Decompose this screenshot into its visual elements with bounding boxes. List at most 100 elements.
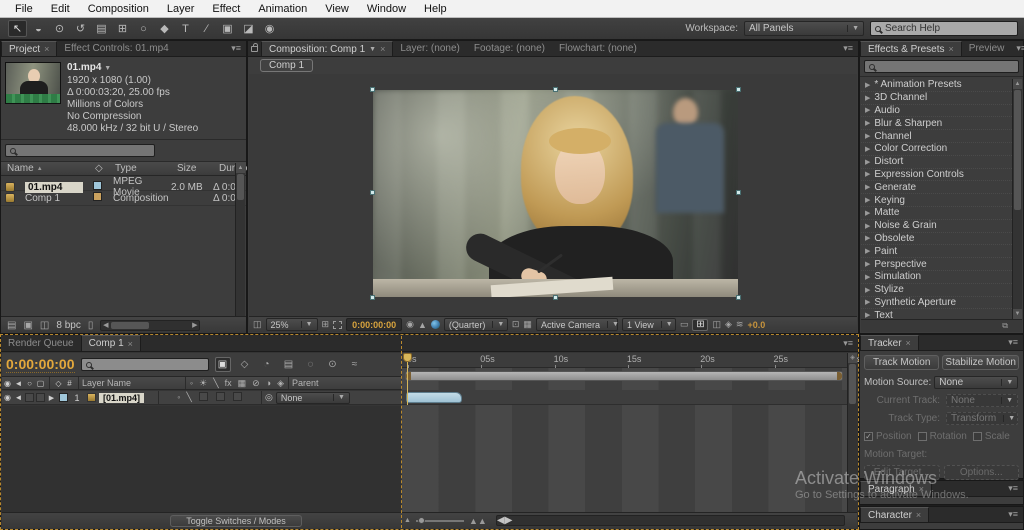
rotation-tool[interactable]: ↺ xyxy=(71,20,90,37)
eye-icon[interactable]: ◉ xyxy=(2,379,13,388)
solo-toggle[interactable] xyxy=(25,393,34,402)
label-column-icon[interactable]: ◇ xyxy=(53,379,64,388)
selection-handle[interactable] xyxy=(736,295,741,300)
motion-blur-icon[interactable]: ◌ xyxy=(303,357,319,372)
menu-item[interactable]: File xyxy=(6,3,42,15)
lock-icon[interactable]: ▢ xyxy=(35,379,46,388)
panel-menu-icon[interactable]: ▾≡ xyxy=(1003,481,1023,496)
expand-arrow-icon[interactable]: ▶ xyxy=(865,234,870,242)
effect-category[interactable]: ▶ Expression Controls xyxy=(861,169,1012,182)
magnification-dropdown[interactable]: 25% ▼ xyxy=(266,318,318,331)
solo-icon[interactable]: ○ xyxy=(24,379,35,388)
effect-category[interactable]: ▶ Distort xyxy=(861,156,1012,169)
tracker-checkbox[interactable]: ✓ Scale xyxy=(973,431,1010,442)
audio-icon[interactable]: ◄ xyxy=(13,393,24,402)
show-channel-icon[interactable] xyxy=(431,320,440,329)
close-icon[interactable]: × xyxy=(906,338,911,348)
selection-handle[interactable] xyxy=(370,87,375,92)
expand-arrow-icon[interactable]: ▶ xyxy=(865,222,870,230)
viewer-timecode[interactable]: 0:00:00:00 xyxy=(346,318,402,331)
label-swatch[interactable] xyxy=(93,192,102,201)
tab-render-queue[interactable]: Render Queue xyxy=(1,335,81,351)
timeline-search[interactable] xyxy=(81,358,209,371)
expand-arrow-icon[interactable]: ▶ xyxy=(865,286,870,294)
effect-category[interactable]: ▶ Matte xyxy=(861,207,1012,220)
share-view-icon[interactable]: ▭ xyxy=(680,319,689,330)
effect-category[interactable]: ▶ * Animation Presets xyxy=(861,79,1012,92)
brush-tool[interactable]: ∕ xyxy=(197,20,216,37)
column-size[interactable]: Size xyxy=(177,163,219,174)
options-button[interactable]: Options... xyxy=(944,465,1020,480)
expand-arrow-icon[interactable]: ▶ xyxy=(865,81,870,89)
zoom-out-icon[interactable]: ▲ xyxy=(404,517,411,524)
effect-category[interactable]: ▶ Blur & Sharpen xyxy=(861,117,1012,130)
track-type-dropdown[interactable]: Transform ▼ xyxy=(946,412,1018,425)
menu-item[interactable]: Edit xyxy=(42,3,79,15)
selection-tool[interactable]: ↖ xyxy=(8,20,27,37)
layer-name-column[interactable]: Layer Name xyxy=(82,378,182,388)
show-snapshot-icon[interactable]: ▲ xyxy=(418,320,427,330)
expand-arrow-icon[interactable]: ▶ xyxy=(865,132,870,140)
chevron-down-icon[interactable]: ▼ xyxy=(104,65,111,72)
expand-arrow-icon[interactable]: ▶ xyxy=(865,183,870,191)
project-scrollbar[interactable]: ▲ xyxy=(235,163,245,318)
eraser-tool[interactable]: ◪ xyxy=(239,20,258,37)
label-column-icon[interactable]: ◇ xyxy=(95,163,115,174)
current-track-dropdown[interactable]: None ▼ xyxy=(946,394,1018,407)
help-search[interactable] xyxy=(870,21,1018,36)
zoom-slider[interactable] xyxy=(416,520,464,522)
lock-icon[interactable] xyxy=(251,46,258,52)
expand-arrow-icon[interactable]: ▶ xyxy=(865,247,870,255)
effect-category[interactable]: ▶ 3D Channel xyxy=(861,92,1012,105)
effect-category[interactable]: ▶ Text xyxy=(861,309,1012,319)
scroll-right-icon[interactable]: ▶ xyxy=(505,515,513,526)
effect-category[interactable]: ▶ Keying xyxy=(861,194,1012,207)
effect-category[interactable]: ▶ Perspective xyxy=(861,258,1012,271)
tab-project[interactable]: Project × xyxy=(1,41,57,56)
panel-menu-icon[interactable]: ▾≡ xyxy=(1003,507,1023,522)
safe-margins-icon[interactable]: ⊞ xyxy=(322,319,330,330)
graph-editor-icon[interactable]: ≈ xyxy=(347,357,363,372)
panel-menu-icon[interactable]: ▾≡ xyxy=(838,335,858,351)
menu-item[interactable]: Composition xyxy=(79,3,158,15)
expand-arrow-icon[interactable]: ▶ xyxy=(865,170,870,178)
zoom-in-icon[interactable]: ▲▲ xyxy=(469,516,487,526)
panel-menu-icon[interactable]: ▾≡ xyxy=(838,41,858,56)
toggle-switches-modes-button[interactable]: Toggle Switches / Modes xyxy=(170,515,302,527)
parent-dropdown[interactable]: None ▼ xyxy=(276,392,350,404)
selection-handle[interactable] xyxy=(736,190,741,195)
type-tool[interactable]: T xyxy=(176,20,195,37)
fx-icon[interactable]: fx xyxy=(225,378,232,389)
effect-category[interactable]: ▶ Channel xyxy=(861,130,1012,143)
clone-stamp-tool[interactable]: ▣ xyxy=(218,20,237,37)
label-swatch[interactable] xyxy=(93,181,102,190)
region-icon[interactable]: ⊡ xyxy=(512,319,520,330)
selection-handle[interactable] xyxy=(370,295,375,300)
pickwhip-icon[interactable]: ◎ xyxy=(265,392,273,403)
panel-menu-icon[interactable]: ▾≡ xyxy=(226,41,246,56)
expand-arrow-icon[interactable]: ▶ xyxy=(865,106,870,114)
time-ruler[interactable]: 0s05s10s15s20s25s30s xyxy=(402,353,847,368)
menu-item[interactable]: Animation xyxy=(249,3,316,15)
expand-arrow-icon[interactable]: ▶ xyxy=(865,145,870,153)
menu-item[interactable]: Window xyxy=(358,3,415,15)
interpret-footage-icon[interactable]: ▤ xyxy=(7,320,16,331)
project-search[interactable] xyxy=(5,144,155,157)
expand-arrow-icon[interactable]: ▶ xyxy=(865,119,870,127)
workspace-dropdown[interactable]: All Panels ▼ xyxy=(744,21,864,36)
lock-toggle[interactable] xyxy=(36,393,45,402)
menu-item[interactable]: Layer xyxy=(158,3,204,15)
eye-icon[interactable]: ◉ xyxy=(2,393,13,402)
track-motion-button[interactable]: Track Motion xyxy=(864,355,939,370)
bit-depth[interactable]: 8 bpc xyxy=(56,320,80,331)
expand-arrow-icon[interactable]: ▶ xyxy=(865,94,870,102)
camera-dropdown[interactable]: Active Camera ▼ xyxy=(536,318,618,331)
viewer-tab[interactable]: Flowchart: (none) ▼ × xyxy=(552,41,644,56)
zoom-tool[interactable]: ⊙ xyxy=(50,20,69,37)
timeline-hscrollbar[interactable]: ◀ ▶ xyxy=(496,515,845,526)
expand-arrow-icon[interactable]: ▶ xyxy=(865,273,870,281)
comp-navigator-chip[interactable]: Comp 1 xyxy=(260,59,313,72)
effect-category[interactable]: ▶ Simulation xyxy=(861,271,1012,284)
table-row[interactable]: Comp 1 Composition Δ 0:00 xyxy=(1,191,246,206)
motion-source-dropdown[interactable]: None ▼ xyxy=(934,376,1018,389)
